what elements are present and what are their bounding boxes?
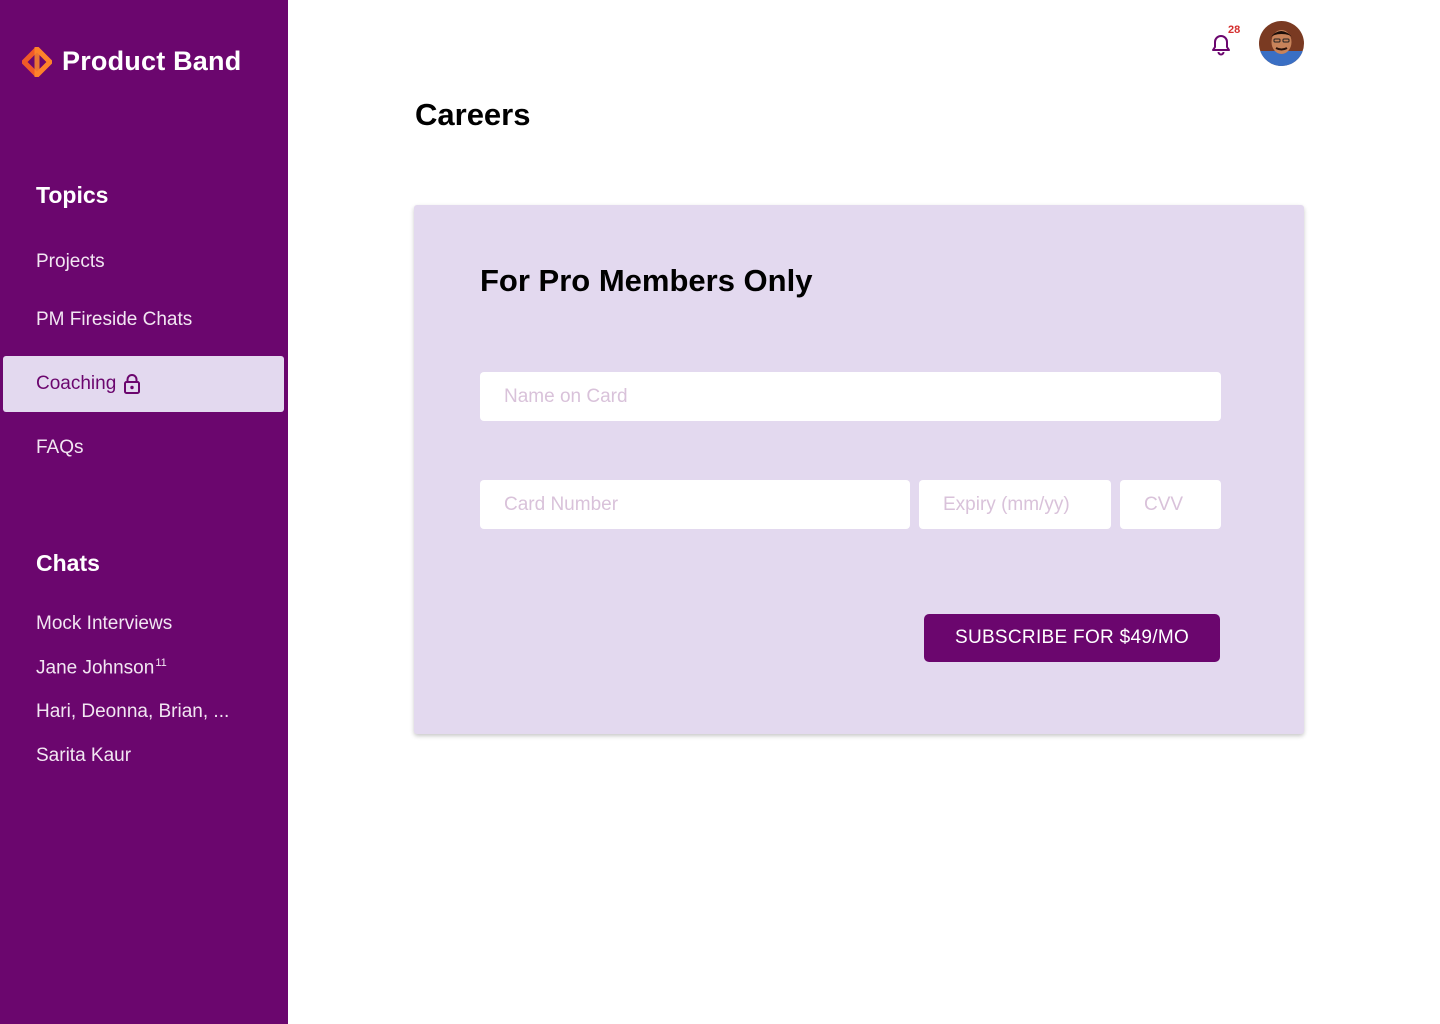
sidebar-item-faqs[interactable]: FAQs	[36, 437, 84, 459]
chat-item-jane-johnson[interactable]: Jane Johnson11	[36, 657, 167, 679]
sidebar-item-label: Coaching	[36, 373, 117, 394]
chat-item-mock-interviews[interactable]: Mock Interviews	[36, 613, 172, 635]
expiry-input[interactable]	[919, 480, 1111, 529]
cvv-input[interactable]	[1120, 480, 1221, 529]
page-title: Careers	[415, 97, 531, 132]
brand[interactable]: Product Band	[22, 46, 241, 77]
subscribe-button[interactable]: SUBSCRIBE FOR $49/MO	[924, 614, 1220, 662]
card-title: For Pro Members Only	[480, 263, 813, 298]
avatar-image	[1259, 21, 1304, 66]
lock-icon	[124, 374, 141, 394]
bell-icon[interactable]	[1210, 33, 1232, 57]
diamond-logo-icon	[22, 46, 52, 77]
chat-item-group[interactable]: Hari, Deonna, Brian, ...	[36, 701, 229, 723]
name-on-card-input[interactable]	[480, 372, 1221, 421]
chat-item-sarita-kaur[interactable]: Sarita Kaur	[36, 745, 131, 767]
sidebar-item-pm-fireside-chats[interactable]: PM Fireside Chats	[36, 309, 192, 331]
sidebar-item-coaching[interactable]: Coaching	[3, 356, 284, 412]
chats-heading: Chats	[36, 550, 100, 576]
card-number-input[interactable]	[480, 480, 910, 529]
unread-badge: 11	[155, 657, 167, 669]
sidebar-item-projects[interactable]: Projects	[36, 251, 105, 273]
brand-name: Product Band	[62, 46, 242, 76]
topics-heading: Topics	[36, 182, 109, 208]
sidebar: Product Band Topics Projects PM Fireside…	[0, 0, 288, 1024]
pro-members-card: For Pro Members Only SUBSCRIBE FOR $49/M…	[414, 205, 1304, 734]
notification-count: 28	[1228, 24, 1241, 36]
user-avatar[interactable]	[1259, 21, 1304, 66]
chat-item-label: Jane Johnson	[36, 657, 155, 679]
